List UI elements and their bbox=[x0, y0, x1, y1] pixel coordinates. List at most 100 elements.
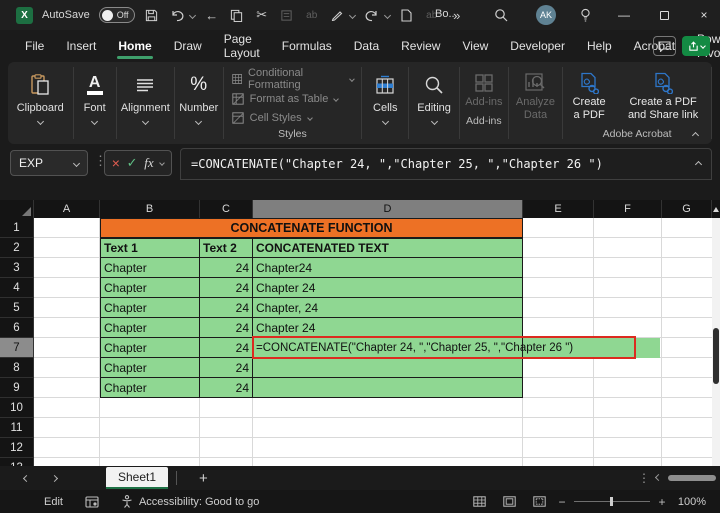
expand-formula-bar-chevron-icon[interactable] bbox=[695, 160, 702, 167]
pen-dropdown-chevron-icon[interactable] bbox=[349, 11, 356, 18]
cell-d8[interactable] bbox=[253, 358, 523, 378]
zoom-slider-thumb[interactable] bbox=[610, 497, 613, 506]
vertical-scrollbar[interactable] bbox=[712, 200, 720, 466]
confirm-entry-icon[interactable]: ✓ bbox=[127, 155, 138, 171]
vertical-scrollbar-thumb[interactable] bbox=[713, 328, 719, 384]
hscroll-left-arrow-icon[interactable] bbox=[655, 474, 662, 481]
comments-button[interactable] bbox=[653, 36, 676, 56]
cell-d2[interactable]: CONCATENATED TEXT bbox=[253, 238, 523, 258]
copy-icon[interactable] bbox=[229, 7, 245, 23]
cells-group-button[interactable]: Cells bbox=[362, 62, 408, 144]
zoom-in-button[interactable]: + bbox=[654, 495, 670, 509]
column-header-b[interactable]: B bbox=[100, 200, 200, 218]
autosave-toggle[interactable]: Off bbox=[99, 7, 135, 23]
cell-c8[interactable]: 24 bbox=[200, 358, 253, 378]
column-header-d[interactable]: D bbox=[253, 200, 523, 218]
column-header-e[interactable]: E bbox=[523, 200, 594, 218]
cell-d4[interactable]: Chapter 24 bbox=[253, 278, 523, 298]
zoom-level[interactable]: 100% bbox=[670, 496, 706, 508]
tab-view[interactable]: View bbox=[451, 30, 499, 62]
save-icon[interactable] bbox=[144, 7, 160, 23]
share-button[interactable] bbox=[682, 36, 710, 56]
row-header-5[interactable]: 5 bbox=[0, 298, 34, 318]
pen-icon[interactable] bbox=[329, 7, 345, 23]
page-layout-view-icon[interactable] bbox=[494, 496, 524, 507]
maximize-button[interactable] bbox=[652, 3, 676, 27]
table-title-cell[interactable]: CONCATENATE FUNCTION bbox=[100, 218, 523, 238]
cell-b3[interactable]: Chapter bbox=[100, 258, 200, 278]
column-header-a[interactable]: A bbox=[34, 200, 100, 218]
row-header-12[interactable]: 12 bbox=[0, 438, 34, 458]
tab-formulas[interactable]: Formulas bbox=[271, 30, 343, 62]
column-header-c[interactable]: C bbox=[200, 200, 253, 218]
insert-function-icon[interactable]: fx bbox=[144, 155, 153, 171]
cell-c3[interactable]: 24 bbox=[200, 258, 253, 278]
tab-insert[interactable]: Insert bbox=[55, 30, 107, 62]
row-header-1[interactable]: 1 bbox=[0, 218, 34, 238]
page-break-view-icon[interactable] bbox=[524, 496, 554, 507]
cell-d5[interactable]: Chapter, 24 bbox=[253, 298, 523, 318]
row-header-2[interactable]: 2 bbox=[0, 238, 34, 258]
formula-input[interactable]: =CONCATENATE("Chapter 24, ","Chapter 25,… bbox=[180, 148, 712, 180]
redo-dropdown-chevron-icon[interactable] bbox=[384, 11, 391, 18]
row-header-9[interactable]: 9 bbox=[0, 378, 34, 398]
tab-page-layout[interactable]: Page Layout bbox=[213, 30, 271, 62]
select-all-button[interactable] bbox=[0, 200, 34, 218]
scroll-up-button[interactable] bbox=[712, 200, 720, 218]
back-arrow-icon[interactable]: ← bbox=[204, 7, 220, 23]
cell-b4[interactable]: Chapter bbox=[100, 278, 200, 298]
undo-icon[interactable] bbox=[169, 7, 185, 23]
row-header-13[interactable]: 13 bbox=[0, 458, 34, 466]
next-sheet-chevron-icon[interactable] bbox=[50, 474, 57, 481]
cell-styles-button[interactable]: Cell Styles bbox=[232, 109, 354, 129]
column-header-g[interactable]: G bbox=[662, 200, 712, 218]
sheet-bar-menu-icon[interactable]: ⋮ bbox=[638, 471, 650, 485]
clipboard-group-button[interactable]: Clipboard bbox=[8, 62, 73, 144]
prev-sheet-chevron-icon[interactable] bbox=[22, 474, 29, 481]
accessibility-status[interactable]: Accessibility: Good to go bbox=[139, 496, 259, 508]
sheet-tab-sheet1[interactable]: Sheet1 bbox=[106, 467, 168, 489]
normal-view-icon[interactable] bbox=[464, 496, 494, 507]
workbook-name[interactable]: Bo... bbox=[435, 8, 458, 20]
tab-home[interactable]: Home bbox=[107, 30, 162, 62]
zoom-out-button[interactable]: − bbox=[554, 495, 570, 509]
row-header-7[interactable]: 7 bbox=[0, 338, 34, 358]
zoom-slider[interactable] bbox=[574, 501, 650, 502]
minimize-button[interactable]: — bbox=[612, 3, 636, 27]
tab-help[interactable]: Help bbox=[576, 30, 623, 62]
redo-icon[interactable] bbox=[364, 7, 380, 23]
accessibility-icon[interactable] bbox=[121, 495, 133, 508]
create-pdf-share-button[interactable]: Create a PDF and Share link bbox=[615, 62, 711, 122]
cell-d9[interactable] bbox=[253, 378, 523, 398]
cell-b5[interactable]: Chapter bbox=[100, 298, 200, 318]
cell-b2[interactable]: Text 1 bbox=[100, 238, 200, 258]
cell-c9[interactable]: 24 bbox=[200, 378, 253, 398]
row-header-8[interactable]: 8 bbox=[0, 358, 34, 378]
search-icon[interactable] bbox=[493, 7, 509, 23]
close-button[interactable]: × bbox=[692, 3, 716, 27]
row-header-10[interactable]: 10 bbox=[0, 398, 34, 418]
cell-b8[interactable]: Chapter bbox=[100, 358, 200, 378]
editing-group-button[interactable]: Editing bbox=[409, 62, 459, 144]
tab-review[interactable]: Review bbox=[390, 30, 451, 62]
cell-d7-formula[interactable]: =CONCATENATE("Chapter 24, ","Chapter 25,… bbox=[253, 338, 523, 358]
avatar[interactable]: AK bbox=[536, 5, 556, 25]
conditional-formatting-button[interactable]: Conditional Formatting bbox=[232, 68, 354, 89]
alignment-group-button[interactable]: Alignment bbox=[117, 62, 174, 144]
cell-b9[interactable]: Chapter bbox=[100, 378, 200, 398]
undo-dropdown-chevron-icon[interactable] bbox=[189, 11, 196, 18]
document-icon[interactable] bbox=[399, 7, 415, 23]
row-header-11[interactable]: 11 bbox=[0, 418, 34, 438]
cell-c5[interactable]: 24 bbox=[200, 298, 253, 318]
lightbulb-icon[interactable] bbox=[577, 7, 593, 23]
cell-c6[interactable]: 24 bbox=[200, 318, 253, 338]
cell-c2[interactable]: Text 2 bbox=[200, 238, 253, 258]
number-group-button[interactable]: % Number bbox=[175, 62, 223, 144]
cut-icon[interactable]: ✂ bbox=[254, 7, 270, 23]
tab-developer[interactable]: Developer bbox=[499, 30, 576, 62]
tab-draw[interactable]: Draw bbox=[163, 30, 213, 62]
column-header-f[interactable]: F bbox=[594, 200, 662, 218]
record-macro-icon[interactable] bbox=[85, 496, 99, 508]
cancel-entry-icon[interactable]: × bbox=[112, 155, 120, 171]
row-header-6[interactable]: 6 bbox=[0, 318, 34, 338]
